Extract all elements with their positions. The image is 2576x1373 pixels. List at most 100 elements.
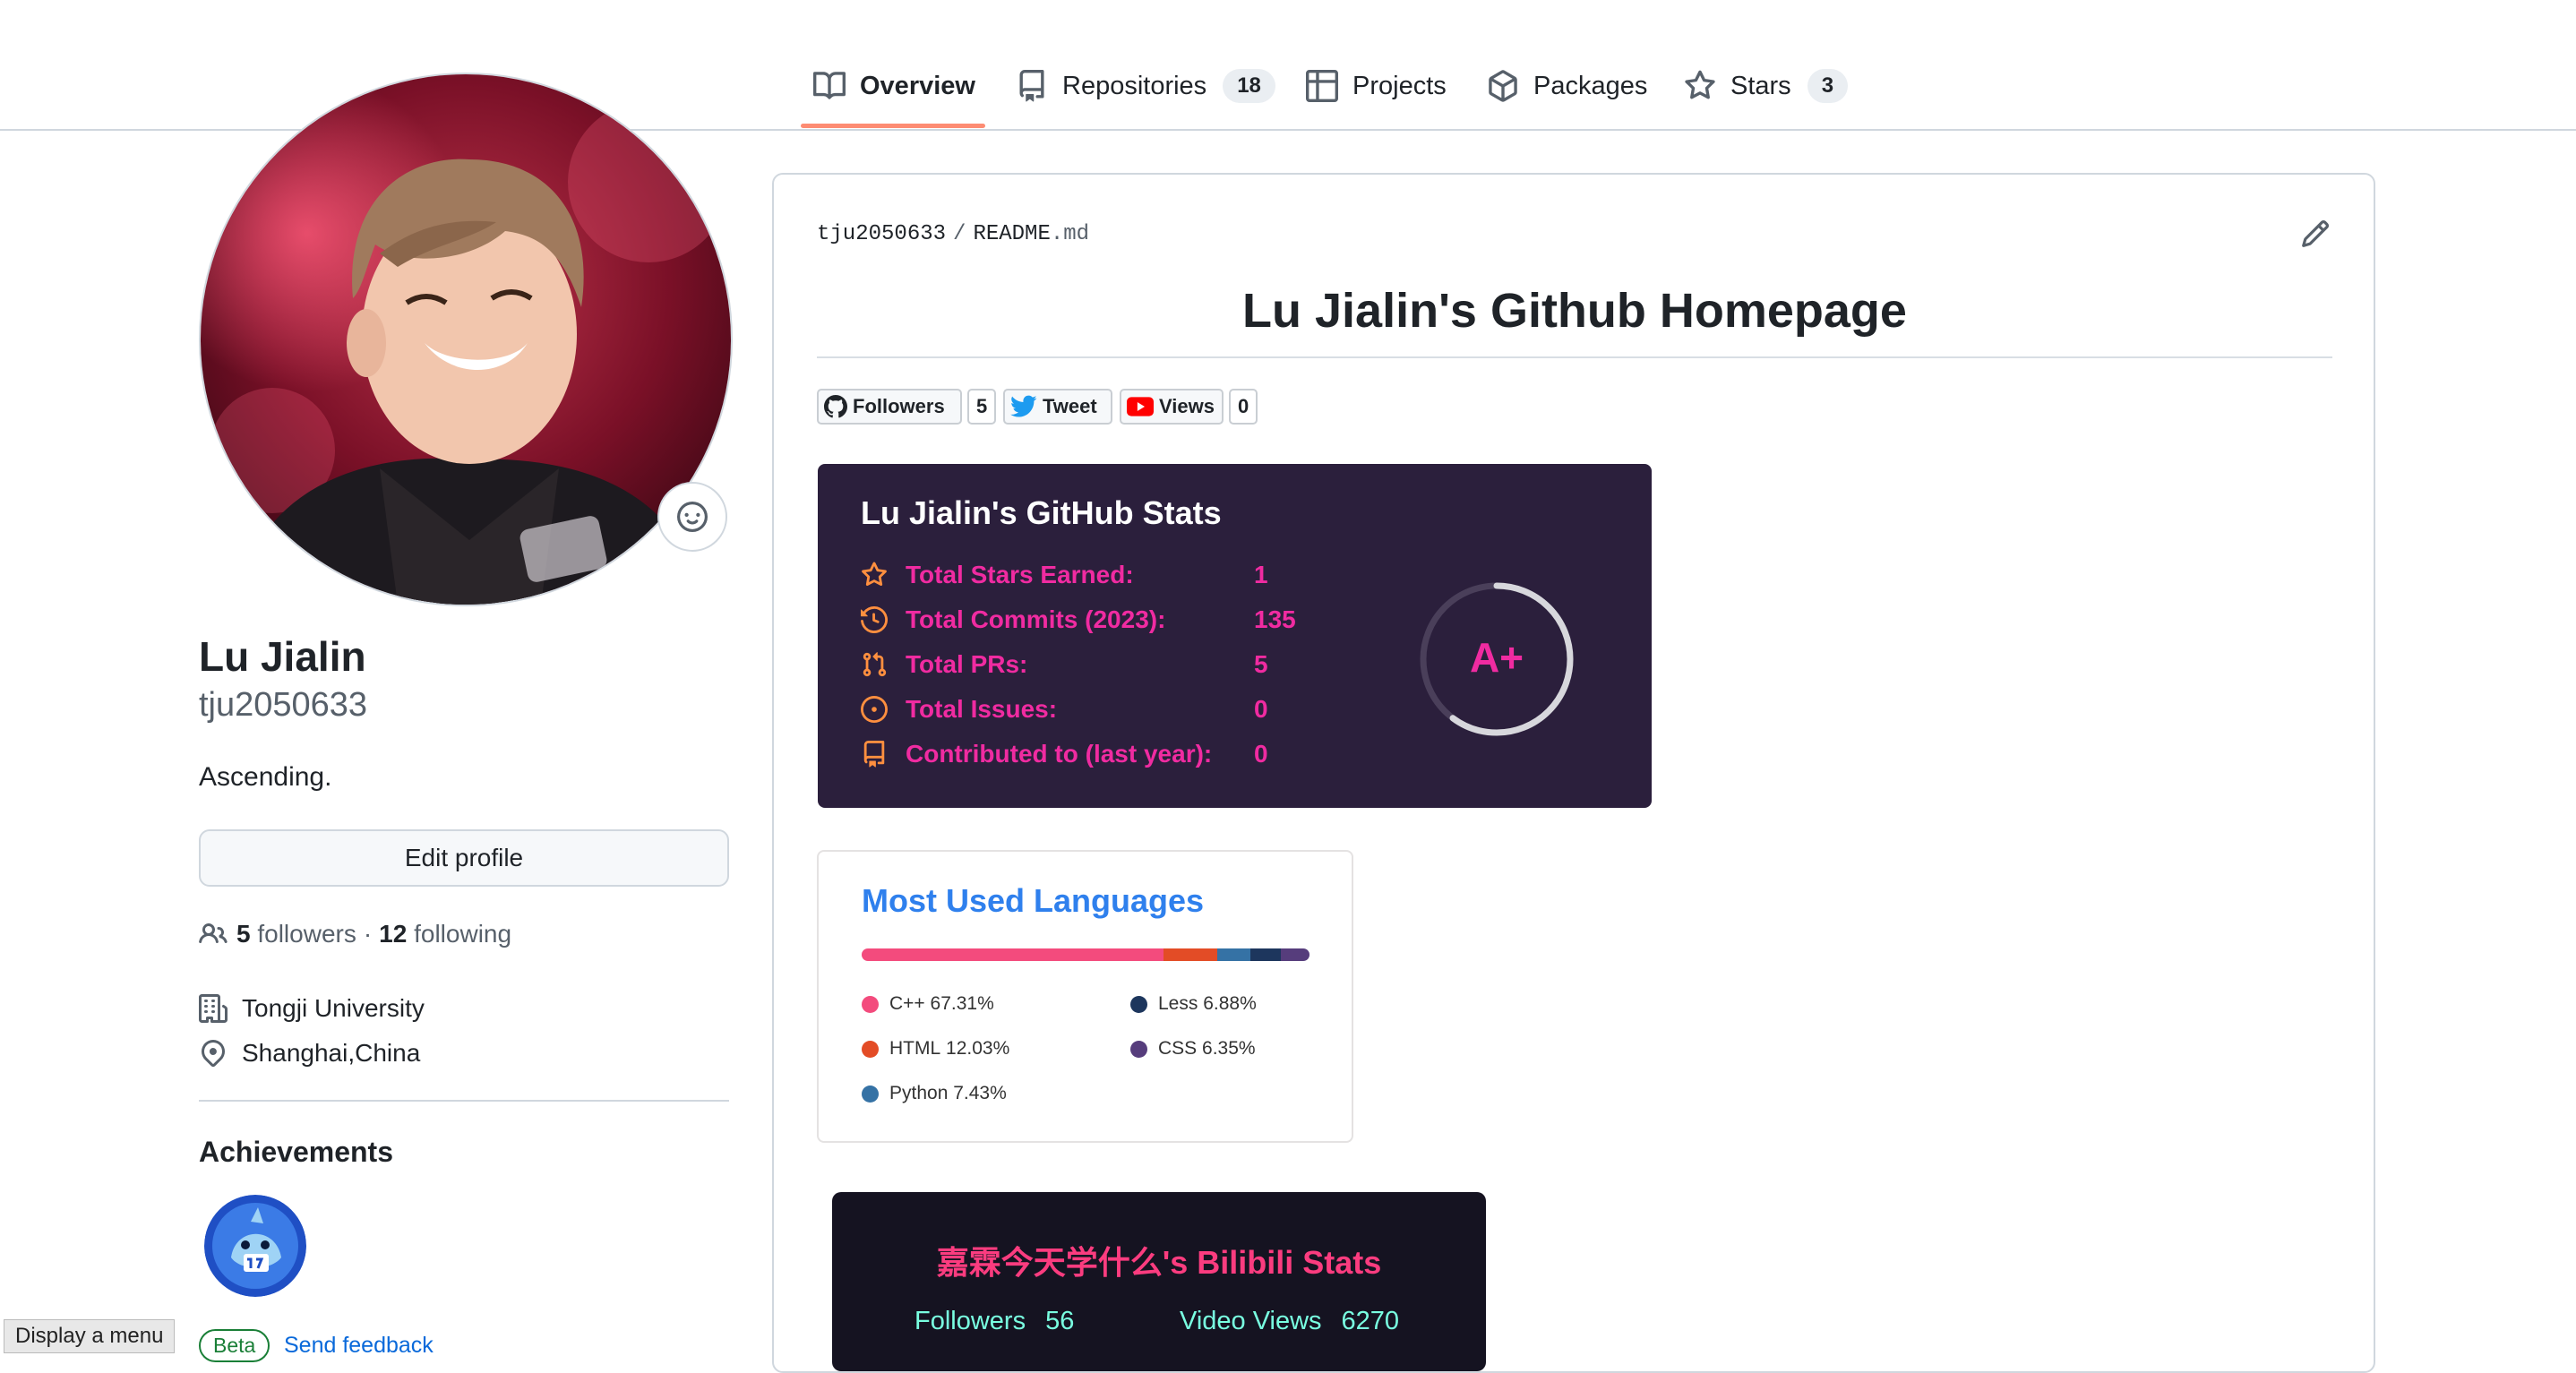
bilibili-views-label: Video Views (1180, 1307, 1322, 1335)
stat-value-contributed: 0 (1254, 740, 1268, 768)
stat-value-prs: 5 (1254, 650, 1268, 678)
language-dot (1130, 1040, 1147, 1058)
avatar[interactable] (199, 73, 733, 606)
send-feedback-link[interactable]: Send feedback (284, 1333, 434, 1359)
bilibili-video-views: Video Views 6270 (1180, 1307, 1399, 1336)
tab-label: Projects (1352, 71, 1447, 100)
stars-count: 3 (1807, 69, 1849, 103)
followers-shield-count: 5 (967, 389, 997, 425)
set-status-button[interactable] (657, 482, 727, 552)
tab-label: Overview (860, 71, 975, 100)
profile-location: Shanghai,China (199, 1039, 420, 1068)
readme-file-name[interactable]: README (973, 222, 1050, 246)
language-percent: 67.31% (930, 993, 994, 1014)
stat-value-commits: 135 (1254, 605, 1296, 633)
language-item-cpp: C++ 67.31% (862, 993, 994, 1015)
following-label: following (414, 920, 512, 948)
language-item-python: Python 7.43% (862, 1083, 1007, 1104)
tab-projects[interactable]: Projects (1306, 64, 1447, 107)
stat-value-issues: 0 (1254, 695, 1268, 723)
path-separator: / (953, 222, 966, 246)
profile-bio: Ascending. (199, 762, 332, 792)
tab-stars[interactable]: Stars 3 (1684, 64, 1849, 107)
language-bar-segment (1163, 948, 1217, 961)
history-icon (861, 606, 888, 633)
language-dot (862, 1040, 879, 1058)
follow-separator: · (363, 920, 373, 948)
stat-row-contributed: Contributed to (last year): (861, 736, 1212, 772)
bilibili-card-title: 嘉霖今天学什么's Bilibili Stats (936, 1244, 1382, 1281)
stat-row-prs: Total PRs: (861, 647, 1027, 682)
repositories-count: 18 (1223, 69, 1275, 103)
readme-title-rule (817, 356, 2332, 358)
star-icon (862, 562, 887, 587)
pull-request-icon (863, 652, 887, 677)
grade-text: A+ (1470, 634, 1524, 681)
followers-shield[interactable]: Followers (817, 389, 962, 425)
shark-badge-icon (204, 1195, 306, 1297)
language-name: HTML (889, 1038, 941, 1059)
profile-login: tju2050633 (199, 686, 368, 724)
language-bar-segment (1249, 948, 1282, 961)
achievement-badge[interactable] (204, 1195, 306, 1297)
stat-label: Total Commits (2023): (906, 605, 1166, 633)
language-dot (862, 995, 879, 1013)
languages-card-title: Most Used Languages (862, 882, 1205, 919)
language-item-less: Less 6.88% (1130, 993, 1257, 1015)
tab-overview[interactable]: Overview (813, 64, 975, 107)
table-icon (1306, 70, 1338, 102)
tab-label: Packages (1533, 71, 1648, 100)
followers-label: followers (257, 920, 356, 948)
language-name: Python (889, 1083, 949, 1103)
stat-value-stars: 1 (1254, 561, 1268, 588)
bilibili-followers: Followers 56 (914, 1307, 1074, 1336)
location-icon (201, 1039, 226, 1068)
views-shield[interactable]: Views (1120, 389, 1224, 425)
language-name: C++ (889, 993, 925, 1014)
readme-file-ext: .md (1050, 222, 1090, 246)
readme-path: tju2050633 / README.md (817, 222, 1089, 246)
followers-link[interactable]: 5 followers (236, 920, 356, 948)
issue-icon (861, 696, 888, 723)
readme-owner-link[interactable]: tju2050633 (817, 222, 946, 246)
grade-ring: A+ (1420, 582, 1574, 736)
profile-name: Lu Jialin (199, 633, 366, 680)
tab-repositories[interactable]: Repositories 18 (1016, 64, 1275, 107)
sidebar-divider (199, 1100, 729, 1102)
most-used-languages-card[interactable]: Most Used Languages C++ 67.31% HTML 12.0… (817, 850, 1353, 1143)
readme-title: Lu Jialin's Github Homepage (1242, 284, 1907, 338)
stat-label: Total Stars Earned: (906, 561, 1134, 588)
tweet-shield[interactable]: Tweet (1003, 389, 1112, 425)
follow-stats: 5 followers · 12 following (199, 920, 511, 948)
followers-count: 5 (236, 920, 251, 948)
star-icon (1685, 70, 1715, 99)
language-percent: 6.35% (1202, 1038, 1256, 1059)
language-percent: 7.43% (953, 1083, 1007, 1103)
tab-packages[interactable]: Packages (1487, 64, 1647, 107)
language-bar-segment (1281, 948, 1309, 961)
display-menu-tooltip[interactable]: Display a menu (4, 1319, 176, 1353)
smiley-icon (677, 502, 708, 532)
language-dot (862, 1085, 879, 1103)
edit-profile-button[interactable]: Edit profile (199, 829, 729, 887)
stat-row-stars: Total Stars Earned: (861, 557, 1134, 593)
following-link[interactable]: 12 following (379, 920, 511, 948)
views-shield-count: 0 (1229, 389, 1258, 425)
languages-bar (862, 948, 1309, 961)
edit-readme-pencil-icon[interactable] (2300, 219, 2331, 249)
language-percent: 12.03% (946, 1038, 1010, 1059)
following-count: 12 (379, 920, 408, 948)
youtube-icon (1127, 397, 1154, 416)
bilibili-followers-label: Followers (914, 1307, 1026, 1335)
stat-row-commits: Total Commits (2023): (861, 602, 1165, 638)
language-item-html: HTML 12.03% (862, 1038, 1009, 1060)
github-icon (824, 395, 847, 418)
github-stats-card[interactable]: Lu Jialin's GitHub Stats Total Stars Ear… (818, 464, 1652, 808)
people-icon (199, 922, 228, 944)
bilibili-followers-value: 56 (1045, 1307, 1075, 1335)
language-percent: 6.88% (1203, 993, 1257, 1014)
repo-icon (863, 741, 885, 768)
stat-label: Contributed to (last year): (906, 740, 1213, 768)
bilibili-stats-card[interactable]: 嘉霖今天学什么's Bilibili Stats Followers 56 Vid… (832, 1192, 1486, 1371)
organization-text: Tongji University (242, 994, 425, 1022)
